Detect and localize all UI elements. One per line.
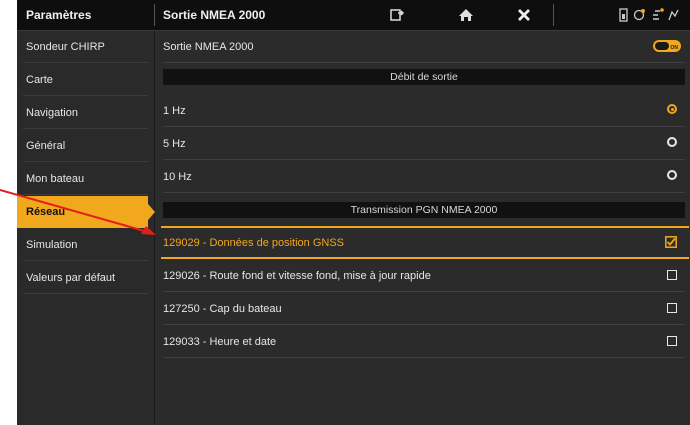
checkbox[interactable]	[667, 336, 677, 346]
divider	[163, 159, 685, 160]
toggle-state-text: ON	[670, 45, 679, 51]
sidebar-item-label: Général	[26, 140, 66, 152]
divider	[154, 4, 155, 26]
highlight-border	[161, 257, 689, 259]
nmea-output-toggle[interactable]: ON	[653, 40, 681, 52]
sidebar-item-general[interactable]: Général	[17, 130, 148, 162]
divider	[23, 128, 148, 129]
pgn-row-129029[interactable]: 129029 - Données de position GNSS	[161, 226, 689, 259]
divider	[23, 194, 148, 195]
pgn-row-129033[interactable]: 129033 - Heure et date	[163, 326, 685, 358]
divider	[163, 126, 685, 127]
divider	[163, 192, 685, 193]
sidebar-item-valeurs-par-defaut[interactable]: Valeurs par défaut	[17, 262, 148, 294]
sidebar-item-navigation[interactable]: Navigation	[17, 97, 148, 129]
sidebar-item-label: Valeurs par défaut	[26, 272, 116, 284]
active-indicator	[148, 204, 155, 220]
sidebar-item-label: Carte	[26, 74, 53, 86]
radio-button[interactable]	[667, 104, 677, 114]
rate-option-label: 1 Hz	[163, 105, 186, 117]
sidebar-item-label: Réseau	[26, 206, 66, 218]
rate-option-1hz[interactable]: 1 Hz	[163, 95, 685, 127]
settings-content: Sortie NMEA 2000 ON Débit de sortie 1 Hz…	[155, 31, 690, 425]
page-title: Sortie NMEA 2000	[163, 8, 266, 22]
sidebar-item-label: Mon bateau	[26, 173, 85, 185]
pgn-label: 129026 - Route fond et vitesse fond, mis…	[163, 270, 431, 282]
rate-option-5hz[interactable]: 5 Hz	[163, 128, 685, 160]
status-icons	[619, 8, 679, 22]
pgn-label: 129033 - Heure et date	[163, 336, 277, 348]
rate-option-label: 5 Hz	[163, 138, 186, 150]
pgn-row-127250[interactable]: 127250 - Cap du bateau	[163, 293, 685, 325]
divider	[163, 62, 685, 63]
sidebar-item-mon-bateau[interactable]: Mon bateau	[17, 163, 148, 195]
checkbox-checked-icon[interactable]	[665, 236, 677, 248]
top-bar: Paramètres Sortie NMEA 2000	[17, 0, 690, 31]
radio-button[interactable]	[667, 170, 677, 180]
sidebar: Sondeur CHIRP Carte Navigation Général M…	[17, 31, 155, 425]
divider	[163, 357, 685, 358]
screen-toggle-icon[interactable]	[388, 6, 406, 24]
nmea-output-label: Sortie NMEA 2000	[163, 41, 254, 53]
home-icon[interactable]	[457, 6, 475, 24]
nmea-output-row[interactable]: Sortie NMEA 2000 ON	[163, 31, 685, 63]
sidebar-item-reseau[interactable]: Réseau	[17, 196, 155, 228]
sidebar-item-sondeur-chirp[interactable]: Sondeur CHIRP	[17, 31, 148, 63]
close-icon[interactable]	[515, 6, 533, 24]
device-screen: Paramètres Sortie NMEA 2000 Sondeur CHIR…	[17, 0, 690, 425]
pgn-row-129026[interactable]: 129026 - Route fond et vitesse fond, mis…	[163, 260, 685, 292]
rate-option-10hz[interactable]: 10 Hz	[163, 161, 685, 193]
radio-button[interactable]	[667, 137, 677, 147]
sidebar-item-simulation[interactable]: Simulation	[17, 229, 148, 261]
checkbox[interactable]	[667, 270, 677, 280]
toggle-knob	[655, 42, 669, 50]
divider	[23, 95, 148, 96]
highlight-border	[161, 226, 689, 228]
divider	[23, 293, 148, 294]
divider	[23, 260, 148, 261]
sidebar-item-label: Navigation	[26, 107, 78, 119]
settings-title: Paramètres	[26, 8, 92, 22]
checkbox[interactable]	[667, 303, 677, 313]
sidebar-item-label: Sondeur CHIRP	[26, 41, 105, 53]
output-rate-header: Débit de sortie	[163, 69, 685, 85]
divider	[23, 161, 148, 162]
divider	[163, 291, 685, 292]
pgn-transmission-header: Transmission PGN NMEA 2000	[163, 202, 685, 218]
pgn-label: 129029 - Données de position GNSS	[163, 237, 345, 249]
sidebar-item-carte[interactable]: Carte	[17, 64, 148, 96]
rate-option-label: 10 Hz	[163, 171, 192, 183]
divider	[553, 4, 554, 26]
divider	[23, 62, 148, 63]
divider	[163, 324, 685, 325]
sidebar-item-label: Simulation	[26, 239, 78, 251]
pgn-label: 127250 - Cap du bateau	[163, 303, 282, 315]
